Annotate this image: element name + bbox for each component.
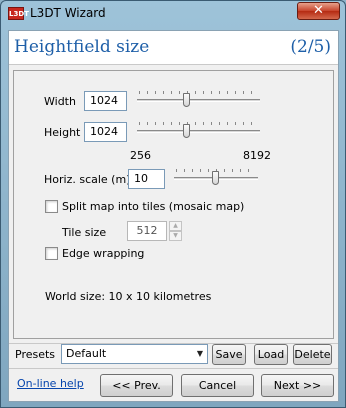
edge-wrapping-label: Edge wrapping [62, 247, 145, 260]
presets-dropdown[interactable]: Default ▼ [61, 344, 208, 364]
slider-thumb[interactable] [183, 124, 190, 138]
height-input[interactable]: 1024 [84, 122, 127, 142]
wizard-header: Heightfield size (2/5) [9, 31, 338, 65]
load-button[interactable]: Load [254, 344, 288, 365]
slider-thumb[interactable] [212, 171, 219, 185]
slider-ticks [139, 122, 258, 125]
slider-ticks [139, 91, 258, 94]
presets-label: Presets [15, 348, 56, 361]
horiz-scale-input[interactable]: 10 [128, 169, 165, 189]
edge-wrapping-checkbox[interactable] [45, 247, 58, 260]
split-tiles-checkbox[interactable] [45, 200, 58, 213]
width-slider[interactable] [137, 90, 260, 110]
slider-track [137, 130, 260, 133]
page-title: Heightfield size [14, 37, 150, 57]
presets-selected: Default [66, 347, 107, 360]
spin-up-icon[interactable]: ▲ [169, 221, 182, 231]
delete-button[interactable]: Delete [293, 344, 332, 365]
wizard-client-area: Heightfield size (2/5) Width 1024 Height… [8, 30, 339, 402]
app-logo: L3DT [8, 7, 29, 20]
window-title: L3DT Wizard [30, 6, 106, 20]
settings-panel: Width 1024 Height 1024 256 8192 Horiz. s… [13, 70, 334, 339]
width-label: Width [44, 95, 76, 108]
height-label: Height [44, 126, 81, 139]
cancel-button[interactable]: Cancel [181, 374, 254, 397]
save-button[interactable]: Save [212, 344, 246, 365]
step-indicator: (2/5) [290, 37, 331, 57]
chevron-down-icon: ▼ [196, 349, 203, 358]
horiz-scale-slider[interactable] [174, 168, 258, 188]
horiz-scale-label: Horiz. scale (m) [44, 173, 131, 186]
split-tiles-label: Split map into tiles (mosaic map) [62, 200, 245, 213]
width-input[interactable]: 1024 [84, 91, 127, 111]
separator [9, 368, 338, 369]
slider-track [137, 99, 260, 102]
tile-size-label: Tile size [62, 226, 107, 239]
slider-thumb[interactable] [183, 93, 190, 107]
close-icon: ✕ [313, 3, 324, 18]
next-button[interactable]: Next >> [261, 374, 334, 397]
prev-button[interactable]: << Prev. [100, 374, 173, 397]
height-slider[interactable] [137, 121, 260, 141]
spin-down-icon[interactable]: ▼ [169, 231, 182, 241]
title-bar[interactable]: L3DT L3DT Wizard ✕ [1, 1, 345, 27]
slider-min-label: 256 [130, 149, 151, 162]
tile-size-input[interactable]: 512 [127, 221, 167, 241]
close-button[interactable]: ✕ [297, 2, 340, 20]
slider-max-label: 8192 [243, 149, 271, 162]
world-size-text: World size: 10 x 10 kilometres [45, 290, 212, 303]
online-help-link[interactable]: On-line help [17, 377, 84, 390]
wizard-window: L3DT L3DT Wizard ✕ Heightfield size (2/5… [0, 0, 346, 408]
